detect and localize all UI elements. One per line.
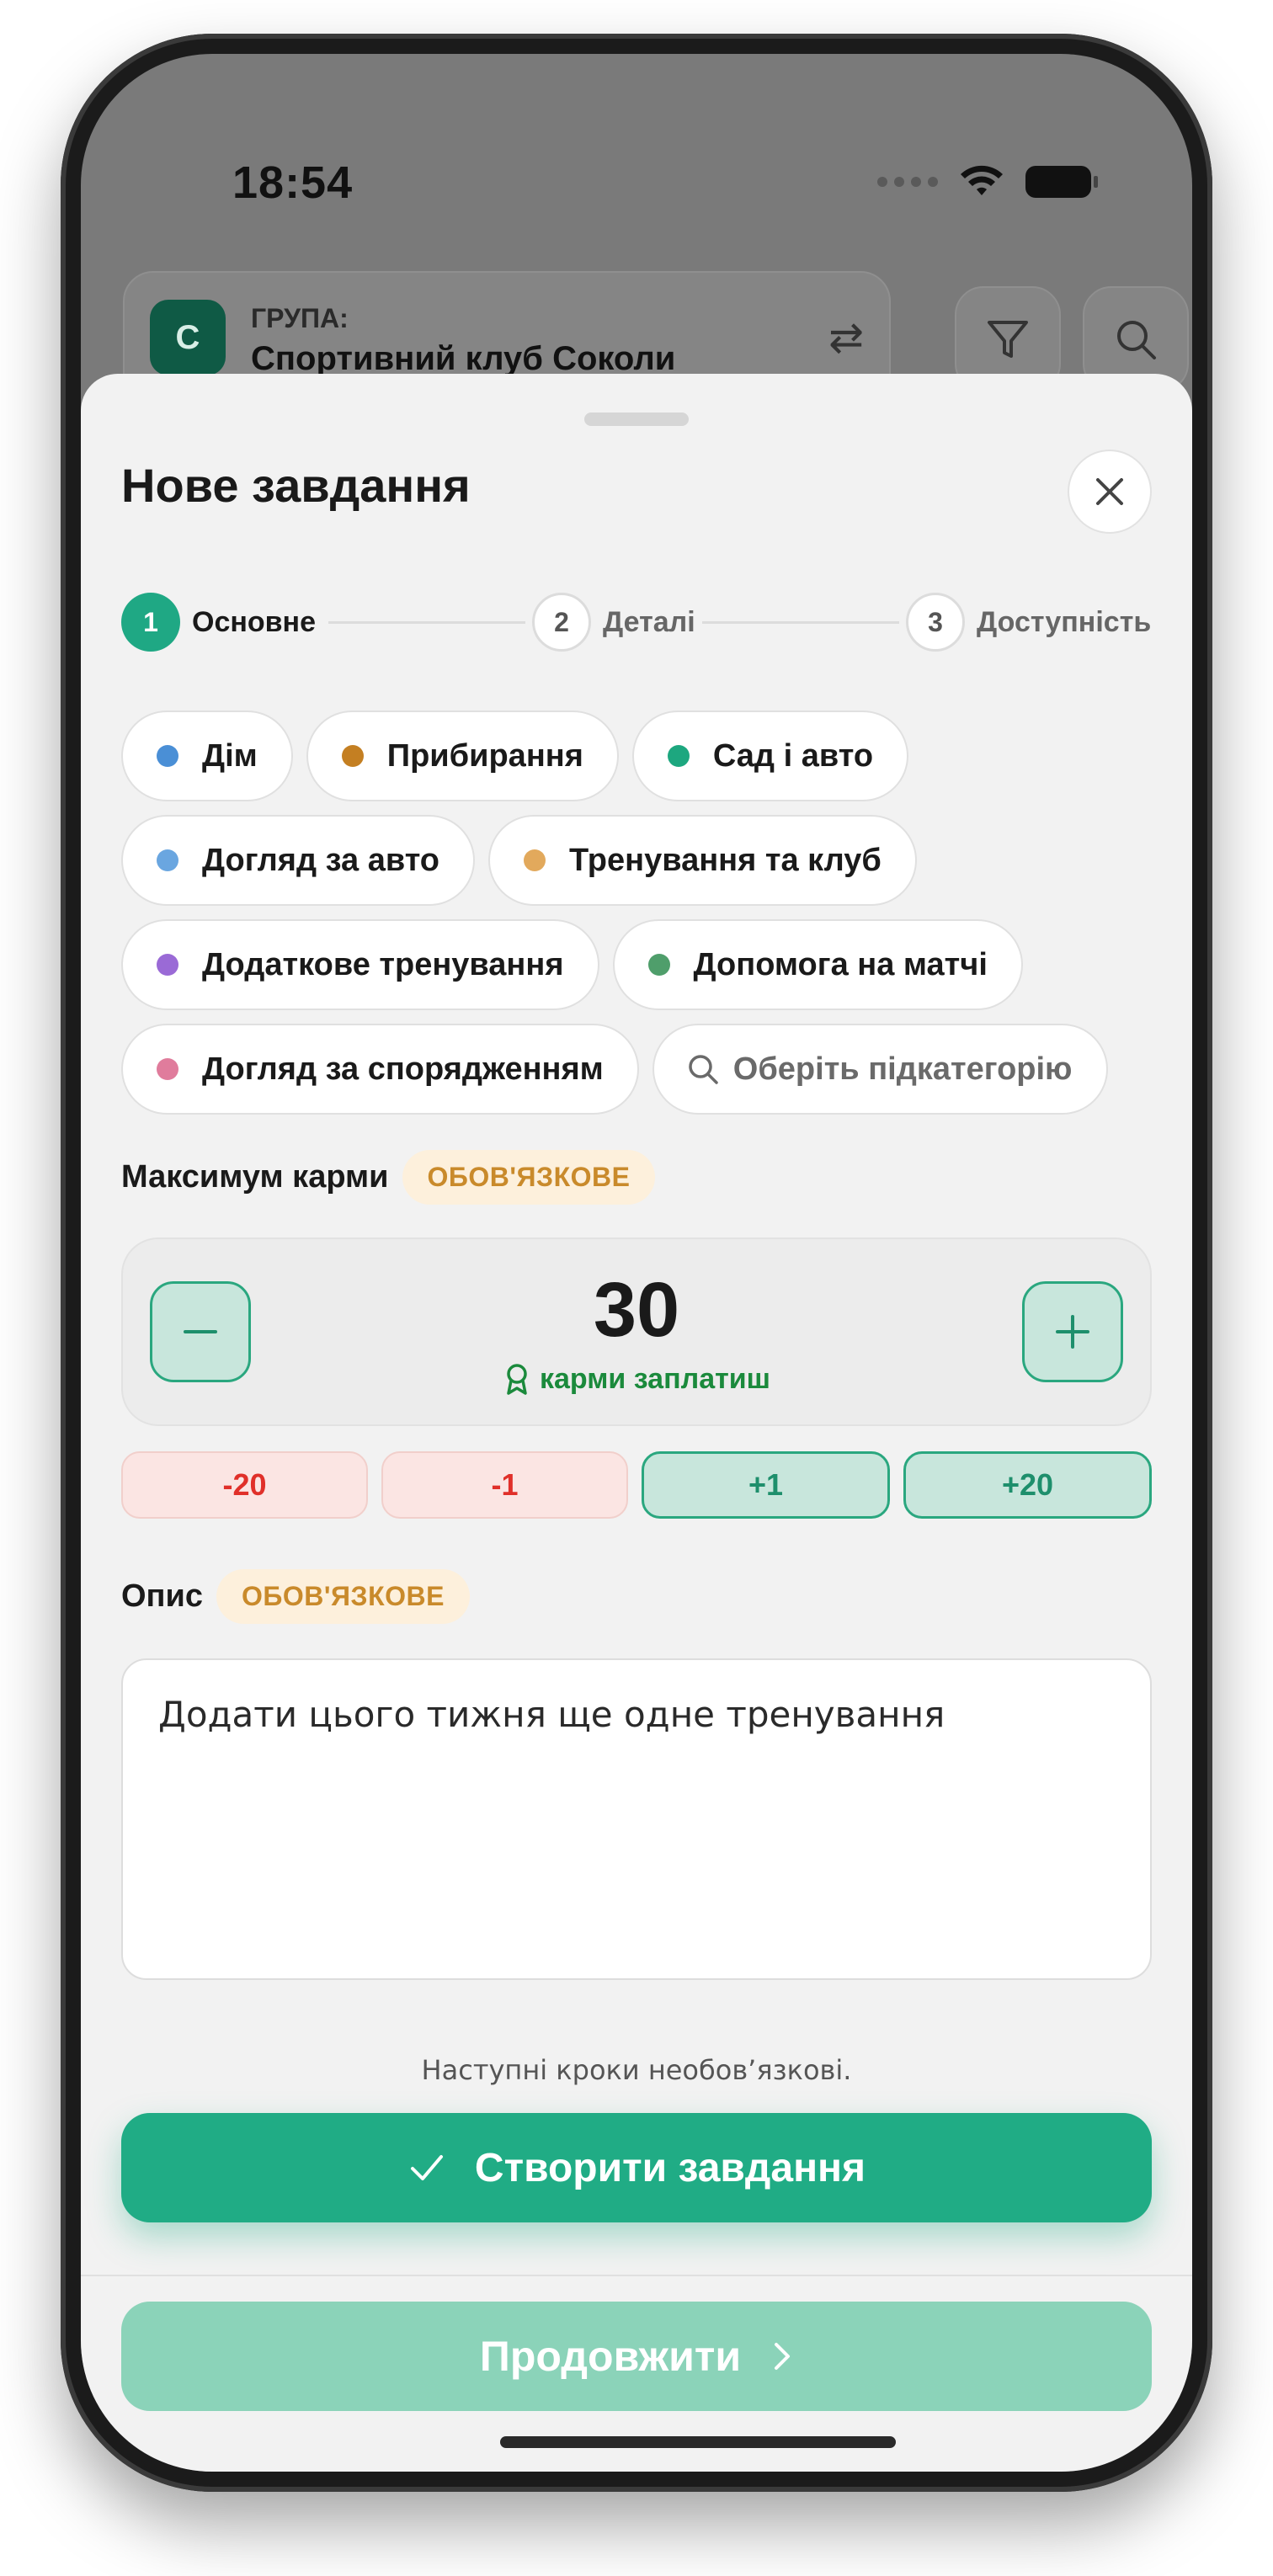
screen: 18:54 С ГРУПА: Спортивний клуб Соколи ⇄ [81,54,1192,2472]
category-chip-match-help[interactable]: Допомога на матчі [612,919,1023,1010]
subcategory-picker[interactable]: Оберіть підкатегорію [652,1024,1108,1115]
category-label: Дім [202,737,258,774]
step-number: 3 [906,593,965,652]
category-chip-extra-training[interactable]: Додаткове тренування [121,919,599,1010]
cellular-signal-icon [877,177,938,187]
category-label: Сад і авто [712,737,874,774]
step-label: Основне [192,605,317,638]
karma-value: 30 [593,1267,680,1353]
check-icon [410,2155,443,2180]
category-label: Догляд за спорядженням [202,1051,604,1087]
sheet-grabber[interactable] [584,412,689,426]
group-name: Спортивний клуб Соколи [251,340,676,377]
step-connector [702,621,899,624]
footer-divider [81,2275,1192,2276]
category-chip-cleaning[interactable]: Прибирання [306,711,619,801]
category-color-dot [647,954,670,976]
new-task-sheet: Нове завдання 1 Основне 2 Деталі 3 Досту… [81,374,1192,2472]
step-indicator: 1 Основне 2 Деталі 3 Доступність [121,593,1152,652]
category-label: Прибирання [386,737,583,774]
karma-minus-20-button[interactable]: -20 [121,1451,368,1519]
increase-karma-button[interactable] [1022,1281,1123,1382]
battery-icon [1025,166,1098,198]
status-time: 18:54 [232,157,354,208]
chevron-right-icon [775,2343,791,2370]
required-badge: ОБОВ'ЯЗКОВЕ [216,1569,470,1624]
category-label: Тренування та клуб [569,842,882,878]
category-chip-equipment-care[interactable]: Догляд за спорядженням [121,1024,639,1115]
karma-label-row: Максимум карми ОБОВ'ЯЗКОВЕ [121,1150,656,1205]
category-label: Додаткове тренування [202,946,564,982]
category-chip-training-club[interactable]: Тренування та клуб [488,815,917,906]
wifi-icon [961,165,1003,195]
create-task-button[interactable]: Створити завдання [121,2113,1152,2222]
category-color-dot [157,954,178,976]
group-avatar: С [150,300,226,375]
category-label: Догляд за авто [202,842,440,878]
category-chips: Дім Прибирання Сад і авто Догляд за авто [121,711,1157,1128]
karma-stepper: 30 карми заплатиш [121,1237,1152,1426]
category-color-dot [341,745,364,767]
karma-label: Максимум карми [121,1159,389,1195]
description-label-row: Опис ОБОВ'ЯЗКОВЕ [121,1569,470,1624]
category-color-dot [157,745,178,767]
step-label: Доступність [977,605,1152,638]
step-label: Деталі [603,605,695,638]
continue-label: Продовжити [479,2333,742,2380]
category-label: Допомога на матчі [693,946,988,982]
category-color-dot [157,1058,178,1080]
required-badge: ОБОВ'ЯЗКОВЕ [402,1150,656,1205]
continue-button[interactable]: Продовжити [121,2302,1152,2411]
karma-plus-1-button[interactable]: +1 [642,1451,890,1519]
karma-quick-adjust: -20 -1 +1 +20 [121,1451,1152,1519]
search-icon [1117,321,1156,359]
category-color-dot [524,849,546,871]
description-label: Опис [121,1578,204,1614]
award-icon [507,1364,527,1395]
search-icon [689,1055,718,1084]
create-task-label: Створити завдання [474,2145,866,2190]
description-textarea[interactable]: Додати цього тижня ще одне тренування [121,1658,1152,1980]
karma-minus-1-button[interactable]: -1 [381,1451,628,1519]
status-icons [877,165,1098,199]
home-indicator[interactable] [500,2436,896,2448]
category-chip-car-care[interactable]: Догляд за авто [121,815,476,906]
category-chip-home[interactable]: Дім [121,711,293,801]
category-color-dot [157,849,178,871]
karma-plus-20-button[interactable]: +20 [903,1451,1152,1519]
filter-icon [988,321,1028,358]
optional-steps-hint: Наступні кроки необов’язкові. [421,2054,852,2086]
step-number: 1 [121,593,180,652]
step-details[interactable]: 2 Деталі [532,593,695,652]
phone-frame: 18:54 С ГРУПА: Спортивний клуб Соколи ⇄ [61,34,1212,2492]
swap-icon: ⇄ [828,314,864,361]
karma-caption-row: карми заплатиш [123,1362,1150,1396]
close-button[interactable] [1068,450,1152,534]
category-chip-garden-car[interactable]: Сад і авто [631,711,909,801]
step-basic[interactable]: 1 Основне [121,593,316,652]
category-color-dot [667,745,690,767]
close-icon [1096,478,1123,505]
sheet-title: Нове завдання [121,459,471,512]
step-number: 2 [532,593,591,652]
group-label: ГРУПА: [251,303,349,333]
karma-caption: карми заплатиш [539,1362,771,1395]
plus-icon [1056,1315,1089,1349]
step-availability[interactable]: 3 Доступність [906,593,1151,652]
step-connector [328,621,525,624]
subcategory-placeholder: Оберіть підкатегорію [732,1051,1073,1087]
